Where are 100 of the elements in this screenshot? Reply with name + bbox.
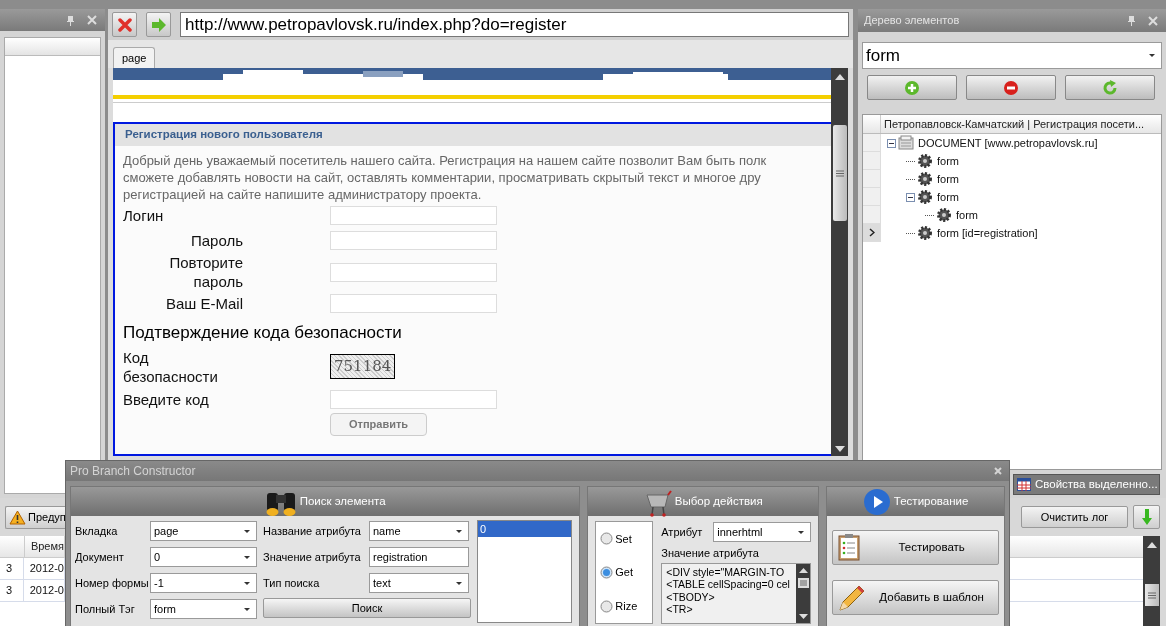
search-button[interactable]: Поиск — [263, 598, 471, 618]
action-button[interactable]: Добавить в шаблон — [832, 580, 999, 615]
scrollbar[interactable] — [831, 68, 848, 456]
clear-log-button[interactable]: Очистить лог — [1021, 506, 1128, 528]
chevron-right-icon — [868, 228, 875, 237]
input-field[interactable] — [330, 206, 497, 225]
gear-icon — [917, 171, 933, 187]
arrow-right-icon — [150, 17, 167, 32]
arrow-up-icon — [798, 567, 808, 573]
filter-button[interactable]: Предуп — [5, 505, 66, 529]
radio-label[interactable]: Rize — [615, 597, 638, 615]
pin-icon — [1127, 15, 1136, 26]
field-label: Введите код — [123, 389, 210, 410]
arrow-up-icon — [1146, 542, 1157, 548]
window-title: Pro Branch Constructor — [70, 463, 196, 480]
input-field[interactable] — [330, 294, 497, 313]
section-title: Выбор действия — [674, 493, 763, 509]
scrollbar-thumb[interactable] — [1144, 584, 1159, 606]
pencil-icon — [837, 583, 866, 612]
panel-tab[interactable]: Свойства выделенно... — [1013, 474, 1160, 495]
intro-text: Добрый день уважаемый посетитель нашего сайта. Регистрация на нашем сайте позволит Вам быть полк — [123, 152, 768, 169]
dropdown[interactable]: 0 — [150, 547, 257, 567]
input-field[interactable] — [330, 262, 497, 282]
dropdown[interactable]: innerhtml — [713, 522, 812, 542]
field-label: Значение атрибута — [263, 549, 362, 565]
table-cell: 3 — [0, 558, 24, 579]
list-item[interactable]: 0 — [478, 521, 571, 537]
field-label: Документ — [75, 549, 125, 565]
arrow-down-icon — [834, 446, 845, 452]
dropdown[interactable]: -1 — [150, 573, 257, 593]
input-field[interactable]: registration — [369, 547, 469, 567]
gear-icon — [936, 207, 952, 223]
field-label: Тип поиска — [263, 575, 321, 591]
input-field[interactable] — [330, 390, 497, 410]
dropdown[interactable]: text — [369, 573, 469, 593]
gear-icon — [917, 225, 933, 241]
add-button[interactable] — [867, 75, 957, 100]
document-icon — [898, 135, 914, 151]
tree-item[interactable]: form — [956, 206, 978, 224]
radio-label[interactable]: Set — [615, 530, 632, 548]
close-icon — [994, 467, 1002, 475]
scrollbar[interactable] — [796, 563, 811, 623]
refresh-icon — [1102, 79, 1118, 96]
download-button[interactable] — [1133, 505, 1160, 529]
url-field[interactable]: http://www.petropavlovsk.ru/index.php?do=register — [180, 12, 849, 37]
row-indicator[interactable] — [863, 224, 881, 242]
warning-icon — [9, 509, 26, 525]
submit-button[interactable]: Отправить — [330, 413, 428, 436]
intro-text: регистрацией на сайте напишите администратору проекта. — [123, 186, 483, 203]
grip-icon — [835, 169, 844, 177]
pin-icon — [66, 14, 75, 26]
stop-button[interactable] — [112, 12, 137, 37]
field-label: Повторите пароль — [168, 253, 243, 291]
remove-icon — [1003, 79, 1019, 96]
grip-icon — [1147, 591, 1156, 599]
table-icon — [1017, 478, 1031, 491]
close-icon — [87, 15, 97, 25]
tree-item[interactable]: form — [937, 170, 959, 188]
field-label: Ваш E-Mail — [164, 294, 243, 313]
tree-item[interactable]: DOCUMENT [www.petropavlovsk.ru] — [918, 134, 1098, 152]
remove-button[interactable] — [966, 75, 1056, 100]
tree-item[interactable]: form — [937, 188, 959, 206]
radio-label[interactable]: Get — [615, 564, 633, 581]
intro-text: сможете добавлять новости на сайт, оставлять комментарии, просматривать скрытый текст и многое дру — [123, 169, 762, 186]
input-field[interactable] — [330, 231, 497, 250]
field-label: Полный Тэг — [75, 601, 136, 617]
column-header: Петропавловск-Камчатский | Регистрация посети... — [883, 116, 1146, 132]
field-label: Пароль — [189, 231, 243, 250]
dropdown[interactable]: name — [369, 521, 469, 541]
scrollbar[interactable] — [1143, 536, 1160, 626]
caret-icon — [1147, 51, 1157, 60]
gear-icon — [917, 153, 933, 169]
field-label: Значение атрибута — [661, 546, 760, 561]
code-line: <TR> — [666, 603, 694, 616]
field-label: Вкладка — [75, 523, 119, 539]
field-label: Код безопасности — [123, 347, 219, 386]
dropdown[interactable]: page — [150, 521, 257, 541]
dropdown[interactable]: form — [150, 599, 257, 619]
section-title: Регистрация нового пользователя — [115, 124, 831, 146]
filter-dropdown[interactable]: form — [862, 42, 1162, 69]
go-button[interactable] — [146, 12, 171, 37]
arrow-up-icon — [834, 74, 845, 80]
tree-item[interactable]: form — [937, 152, 959, 170]
panel-title: Дерево элементов — [864, 13, 960, 29]
close-icon — [1148, 15, 1158, 26]
play-icon — [862, 487, 891, 516]
field-label: Логин — [123, 206, 165, 225]
field-label: Название атрибута — [263, 523, 362, 539]
scrollbar-thumb[interactable] — [832, 125, 847, 221]
text-area[interactable]: <DIV style="MARGIN-TO <TABLE cellSpacing=0 cel <TBODY> <TR> — [661, 562, 812, 624]
table-cell: 3 — [0, 580, 24, 601]
captcha-image: 751184 — [330, 354, 396, 379]
grip-icon — [797, 577, 809, 588]
arrow-down-icon — [1141, 509, 1152, 525]
action-button[interactable]: Тестировать — [832, 530, 999, 565]
refresh-button[interactable] — [1065, 75, 1155, 100]
tab[interactable]: page — [113, 47, 156, 68]
arrow-down-icon — [798, 613, 808, 619]
tree-item[interactable]: form [id=registration] — [937, 224, 1038, 242]
code-line: <TBODY> — [666, 590, 716, 603]
